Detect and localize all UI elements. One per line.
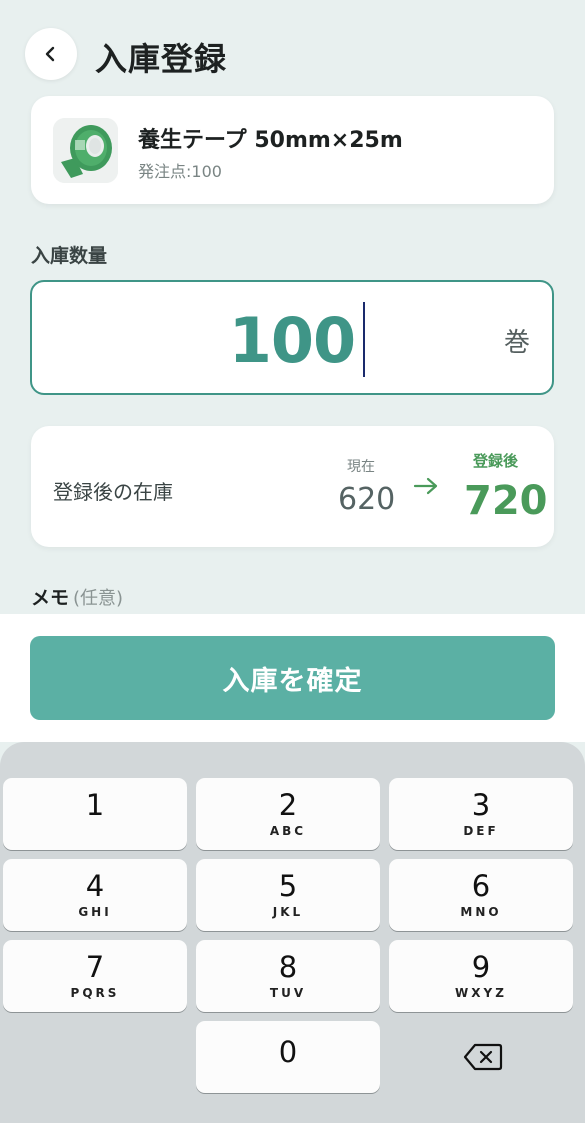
key-letters: GHI	[78, 905, 112, 919]
backspace-icon	[463, 1043, 503, 1071]
header: 入庫登録	[0, 0, 585, 110]
numeric-keypad: 1 2 ABC 3 DEF 4 GHI 5 JKL 6 MNO 7 PQRS 8…	[0, 742, 585, 1123]
current-stock-value: 620	[338, 482, 396, 517]
key-digit: 4	[85, 869, 105, 903]
product-name: 養生テープ 50mm×25m	[138, 128, 403, 153]
key-letters: TUV	[269, 986, 307, 1000]
key-0[interactable]: 0	[196, 1021, 380, 1093]
text-caret	[363, 302, 365, 377]
back-button[interactable]	[25, 28, 77, 80]
stock-label: 登録後の在庫	[53, 480, 173, 504]
key-digit: 8	[278, 950, 298, 984]
product-card: 養生テープ 50mm×25m 発注点:100	[31, 96, 554, 204]
key-9[interactable]: 9 WXYZ	[389, 940, 573, 1012]
confirm-area: 入庫を確定	[0, 614, 585, 742]
after-stock-value: 720	[464, 478, 548, 524]
key-digit: 7	[85, 950, 105, 984]
key-digit: 6	[471, 869, 491, 903]
stock-after-card: 登録後の在庫 現在 620 登録後 720	[31, 426, 554, 547]
key-letters: DEF	[463, 824, 499, 838]
key-letters: MNO	[460, 905, 502, 919]
confirm-button[interactable]: 入庫を確定	[30, 636, 555, 720]
key-digit: 0	[278, 1035, 298, 1069]
key-letters: PQRS	[70, 986, 120, 1000]
quantity-input[interactable]: 100 巻	[30, 280, 554, 395]
memo-label: メモ	[31, 587, 70, 609]
memo-row: メモ (任意)	[31, 583, 123, 610]
page-title: 入庫登録	[95, 40, 228, 78]
quantity-value: 100	[228, 304, 356, 377]
key-5[interactable]: 5 JKL	[196, 859, 380, 931]
delete-key[interactable]	[448, 1034, 518, 1080]
key-2[interactable]: 2 ABC	[196, 778, 380, 850]
key-digit: 9	[471, 950, 491, 984]
key-7[interactable]: 7 PQRS	[3, 940, 187, 1012]
key-digit: 1	[85, 788, 105, 822]
product-reorder-point: 発注点:100	[138, 162, 222, 181]
after-stock-label: 登録後	[473, 452, 519, 470]
tape-roll-image	[53, 118, 118, 183]
current-stock-label: 現在	[347, 459, 375, 475]
chevron-left-icon	[45, 46, 55, 62]
quantity-unit: 巻	[503, 328, 530, 358]
key-digit: 3	[471, 788, 491, 822]
key-letters: WXYZ	[455, 986, 507, 1000]
key-1[interactable]: 1	[3, 778, 187, 850]
key-8[interactable]: 8 TUV	[196, 940, 380, 1012]
key-digit: 2	[278, 788, 298, 822]
quantity-label: 入庫数量	[31, 245, 108, 267]
key-letters: JKL	[272, 905, 304, 919]
product-thumbnail	[53, 118, 118, 183]
memo-optional-label: (任意)	[73, 588, 124, 609]
key-digit: 5	[278, 869, 298, 903]
arrow-right-icon	[413, 477, 438, 495]
key-4[interactable]: 4 GHI	[3, 859, 187, 931]
key-3[interactable]: 3 DEF	[389, 778, 573, 850]
key-letters: ABC	[269, 824, 307, 838]
key-6[interactable]: 6 MNO	[389, 859, 573, 931]
